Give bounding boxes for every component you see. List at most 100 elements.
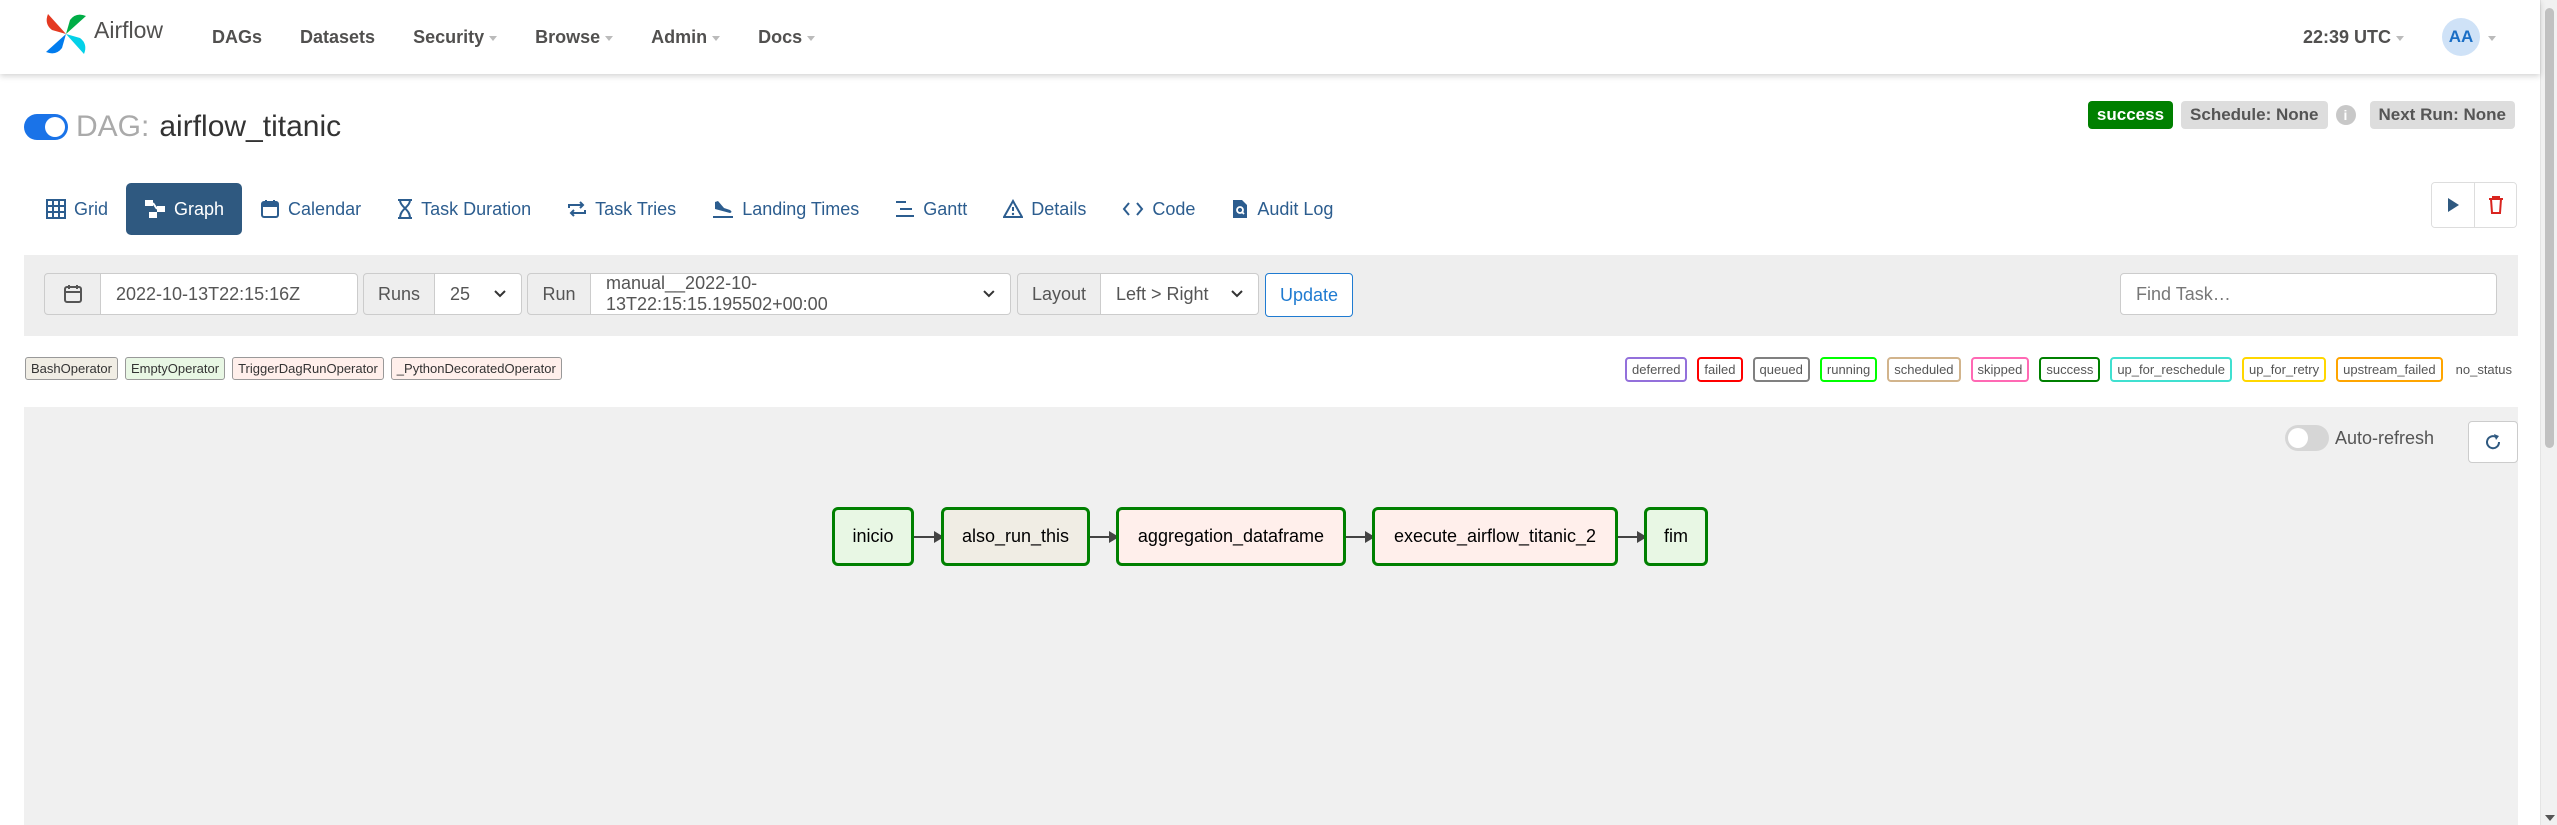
nav-dags-label: DAGs [212, 26, 263, 47]
tab-task-tries-label: Task Tries [595, 198, 677, 219]
chevron-down-icon[interactable] [2488, 35, 2496, 41]
nav-datasets-label: Datasets [300, 26, 376, 47]
tab-grid-label: Grid [74, 198, 109, 219]
task-node[interactable]: fim [1644, 507, 1708, 566]
nav-browse[interactable]: Browse [535, 26, 614, 48]
scrollbar-thumb[interactable] [2545, 8, 2554, 448]
tab-audit-log[interactable]: Audit Log [1213, 183, 1351, 235]
runs-select[interactable]: 25 [435, 273, 522, 315]
legend-operator[interactable]: _PythonDecoratedOperator [390, 357, 562, 380]
dag-prefix: DAG: [76, 110, 150, 143]
nav-security[interactable]: Security [413, 26, 498, 48]
run-select[interactable]: manual__2022-10-13T22:15:15.195502+00:00 [591, 273, 1011, 315]
layout-select[interactable]: Left > Right [1101, 273, 1259, 315]
airflow-logo-icon [46, 14, 86, 54]
legend-operator[interactable]: TriggerDagRunOperator [232, 357, 384, 380]
legend-state[interactable]: running [1819, 357, 1878, 382]
delete-dag-button[interactable] [2474, 183, 2516, 227]
legend-state[interactable]: no_status [2451, 359, 2517, 380]
base-date-input[interactable]: 2022-10-13T22:15:16Z [101, 273, 358, 315]
auto-refresh-label: Auto-refresh [2334, 427, 2434, 448]
legend-state[interactable]: skipped [1970, 357, 2030, 382]
nav-admin[interactable]: Admin [651, 26, 721, 48]
dag-status-badge[interactable]: success [2087, 101, 2174, 129]
tab-code[interactable]: Code [1104, 183, 1213, 235]
layout-group: Layout Left > Right [1017, 273, 1259, 315]
legend-state[interactable]: failed [1697, 357, 1743, 382]
clock-dropdown[interactable]: 22:39 UTC [2303, 27, 2404, 48]
date-group: 2022-10-13T22:15:16Z [44, 273, 358, 315]
tab-landing-times[interactable]: Landing Times [694, 183, 877, 235]
auto-refresh-toggle[interactable] [2284, 425, 2329, 451]
task-node[interactable]: execute_airflow_titanic_2 [1372, 507, 1618, 566]
task-node-label: execute_airflow_titanic_2 [1393, 526, 1597, 546]
hourglass-icon [398, 199, 413, 219]
tab-grid[interactable]: Grid [28, 183, 126, 235]
scroll-down-arrow-icon[interactable] [2545, 815, 2555, 821]
tab-landing-times-label: Landing Times [742, 198, 860, 219]
dag-badges: success Schedule: None i Next Run: None [2080, 101, 2515, 129]
legend-state[interactable]: queued [1752, 357, 1810, 382]
legend-state[interactable]: up_for_reschedule [2110, 357, 2233, 382]
user-avatar[interactable]: AA [2442, 18, 2480, 56]
update-button[interactable]: Update [1265, 273, 1353, 317]
chevron-down-icon [1231, 290, 1243, 298]
tab-graph[interactable]: Graph [126, 183, 243, 235]
retry-icon [568, 201, 587, 217]
tab-task-tries[interactable]: Task Tries [549, 183, 694, 235]
nav-browse-label: Browse [535, 26, 601, 47]
trigger-dag-button[interactable] [2432, 183, 2474, 227]
find-task-input[interactable]: Find Task… [2120, 273, 2497, 315]
dag-title: airflow_titanic [159, 110, 342, 143]
graph-canvas[interactable]: Auto-refresh inicio also_run_this aggreg… [24, 407, 2518, 825]
run-value: manual__2022-10-13T22:15:15.195502+00:00 [606, 273, 828, 314]
nav-datasets[interactable]: Datasets [300, 27, 375, 48]
chevron-down-icon [712, 35, 721, 41]
legend-state[interactable]: deferred [1625, 357, 1688, 382]
layout-label: Layout [1017, 273, 1101, 315]
tab-details[interactable]: Details [985, 183, 1104, 235]
graph-icon [145, 200, 166, 218]
nav-dags[interactable]: DAGs [212, 27, 262, 48]
tab-calendar-label: Calendar [288, 198, 362, 219]
brand[interactable]: Airflow [42, 10, 163, 58]
gantt-icon [896, 201, 915, 217]
legend-state[interactable]: upstream_failed [2336, 357, 2443, 382]
nav-security-label: Security [413, 26, 485, 47]
nav-docs[interactable]: Docs [758, 27, 816, 48]
info-icon[interactable]: i [2335, 105, 2356, 125]
date-picker-button[interactable] [44, 273, 101, 315]
legend-state[interactable]: success [2039, 357, 2101, 382]
state-legend: deferred failed queued running scheduled… [1615, 357, 2517, 382]
vertical-scrollbar[interactable] [2540, 0, 2557, 825]
task-node[interactable]: inicio [832, 507, 914, 566]
schedule-badge: Schedule: None [2181, 101, 2328, 129]
tab-gantt[interactable]: Gantt [877, 183, 985, 235]
chevron-down-icon [494, 290, 506, 298]
calendar-icon [261, 200, 280, 218]
legend-state[interactable]: up_for_retry [2242, 357, 2327, 382]
graph-toolbar: 2022-10-13T22:15:16Z Runs 25 Run manual_… [24, 255, 2518, 336]
warning-triangle-icon [1003, 199, 1024, 218]
dag-pause-toggle[interactable] [24, 114, 68, 140]
legend-operator[interactable]: BashOperator [25, 357, 118, 380]
task-node[interactable]: also_run_this [941, 507, 1090, 566]
refresh-button[interactable] [2468, 421, 2518, 463]
task-node-label: inicio [852, 526, 894, 546]
legend-operator[interactable]: EmptyOperator [124, 357, 226, 380]
tab-calendar[interactable]: Calendar [242, 183, 379, 235]
legend-state[interactable]: scheduled [1887, 357, 1961, 382]
task-node[interactable]: aggregation_dataframe [1116, 507, 1346, 566]
refresh-icon [2486, 434, 2501, 450]
calendar-icon [63, 285, 82, 303]
tab-task-duration[interactable]: Task Duration [379, 183, 549, 235]
dag-header: DAG: airflow_titanic [24, 110, 341, 144]
tab-code-label: Code [1152, 198, 1196, 219]
dag-actions [2431, 182, 2517, 228]
graph-edge [1346, 531, 1375, 543]
nav-admin-label: Admin [651, 26, 708, 47]
task-node-label: fim [1664, 526, 1688, 546]
dag-view-tabs: Grid Graph Calendar Task Duration Task T… [28, 183, 1351, 235]
auto-refresh-control[interactable]: Auto-refresh [2284, 425, 2434, 451]
top-navbar: Airflow DAGs Datasets Security Browse Ad… [0, 0, 2540, 74]
